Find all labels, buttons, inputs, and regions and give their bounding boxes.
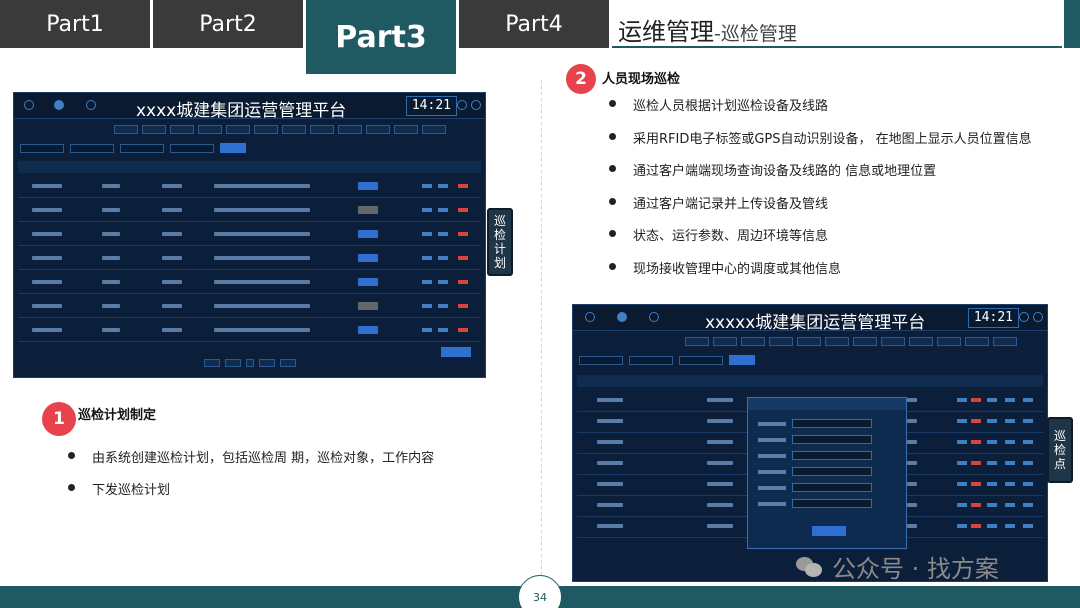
section1-heading: 巡检计划制定 <box>78 408 157 423</box>
section2-bullet-list: 巡检人员根据计划巡检设备及线路 采用RFID电子标签或GPS自动识别设备， 在地… <box>609 95 1032 290</box>
side-tag-inspection-plan: 巡 检 计 划 <box>487 208 513 276</box>
screenshot-header: xxxxx城建集团运营管理平台 14:21 <box>573 305 1047 333</box>
table-row <box>18 271 481 294</box>
section1-number-badge: 1 <box>42 402 76 436</box>
user-icon <box>471 100 481 110</box>
list-item: 由系统创建巡检计划，包括巡检周 期，巡检对象，工作内容 <box>68 447 434 479</box>
list-item: 现场接收管理中心的调度或其他信息 <box>609 258 1032 291</box>
home-icon <box>86 100 96 110</box>
side-tag-char: 点 <box>1053 457 1066 471</box>
section2-heading: 人员现场巡检 <box>602 72 681 87</box>
screenshot-nav <box>114 125 446 134</box>
table-row <box>18 295 481 318</box>
section1-bullet-list: 由系统创建巡检计划，包括巡检周 期，巡检对象，工作内容 下发巡检计划 <box>68 447 434 511</box>
watermark-text: 公众号 · 找方案 <box>832 555 999 583</box>
platform-screenshot-inspection-points: xxxxx城建集团运营管理平台 14:21 <box>572 304 1048 582</box>
tab-part3-active[interactable]: Part3 <box>306 0 456 74</box>
tab-part2[interactable]: Part2 <box>153 0 303 48</box>
screenshot-table-header <box>18 161 481 173</box>
logo-icon <box>617 312 627 322</box>
screenshot-table-header <box>577 375 1043 387</box>
screenshot-title: xxxx城建集团运营管理平台 <box>136 101 347 121</box>
top-tab-bar: Part1 Part2 Part3 Part4 <box>0 0 1080 74</box>
side-tag-char: 巡 <box>493 214 506 228</box>
menu-icon <box>585 312 595 322</box>
section-title-main: 运维管理 <box>618 18 714 46</box>
table-row <box>18 175 481 198</box>
section-title: 运维管理-巡检管理 <box>618 12 797 47</box>
table-row <box>18 199 481 222</box>
menu-icon <box>24 100 34 110</box>
table-row <box>18 319 481 342</box>
list-item: 通过客户端端现场查询设备及线路的 信息或地理位置 <box>609 160 1032 193</box>
platform-screenshot-plan-list: xxxx城建集团运营管理平台 14:21 <box>13 92 486 378</box>
screenshot-nav <box>685 337 1017 346</box>
tab-part1[interactable]: Part1 <box>0 0 150 48</box>
dialog-confirm-button <box>812 526 846 536</box>
screenshot-header: xxxx城建集团运营管理平台 14:21 <box>14 93 485 121</box>
list-item: 巡检人员根据计划巡检设备及线路 <box>609 95 1032 128</box>
table-row <box>18 223 481 246</box>
column-divider <box>541 80 542 580</box>
edit-dialog <box>747 397 907 549</box>
screenshot-filters <box>20 143 246 153</box>
watermark: 公众号 · 找方案 <box>796 549 999 584</box>
title-accent-block <box>1064 0 1080 48</box>
side-tag-inspection-point: 巡 检 点 <box>1047 417 1073 483</box>
list-item: 通过客户端记录并上传设备及管线 <box>609 193 1032 226</box>
tab-part4[interactable]: Part4 <box>459 0 609 48</box>
side-tag-char: 巡 <box>1053 429 1066 443</box>
bell-icon <box>1019 312 1029 322</box>
section-title-sub: -巡检管理 <box>714 23 797 45</box>
list-item: 状态、运行参数、周边环境等信息 <box>609 225 1032 258</box>
dialog-title-bar <box>748 398 906 410</box>
screenshot-title: xxxxx城建集团运营管理平台 <box>705 313 926 333</box>
wechat-icon <box>796 555 824 579</box>
logo-icon <box>54 100 64 110</box>
screenshot-clock: 14:21 <box>967 308 1019 328</box>
list-item: 采用RFID电子标签或GPS自动识别设备， 在地图上显示人员位置信息 <box>609 128 1032 161</box>
home-icon <box>649 312 659 322</box>
side-tag-char: 检 <box>1053 443 1066 457</box>
screenshot-clock: 14:21 <box>405 96 457 116</box>
list-item: 下发巡检计划 <box>68 479 434 511</box>
screenshot-new-button <box>441 347 471 357</box>
screenshot-filters <box>579 355 755 365</box>
user-icon <box>1033 312 1043 322</box>
title-underline <box>612 46 1062 48</box>
screenshot-pager <box>204 359 296 367</box>
page-number: 34 <box>518 575 562 608</box>
bell-icon <box>457 100 467 110</box>
section2-number-badge: 2 <box>566 64 596 94</box>
side-tag-char: 划 <box>493 256 506 270</box>
side-tag-char: 检 <box>493 228 506 242</box>
table-row <box>18 247 481 270</box>
side-tag-char: 计 <box>493 242 506 256</box>
